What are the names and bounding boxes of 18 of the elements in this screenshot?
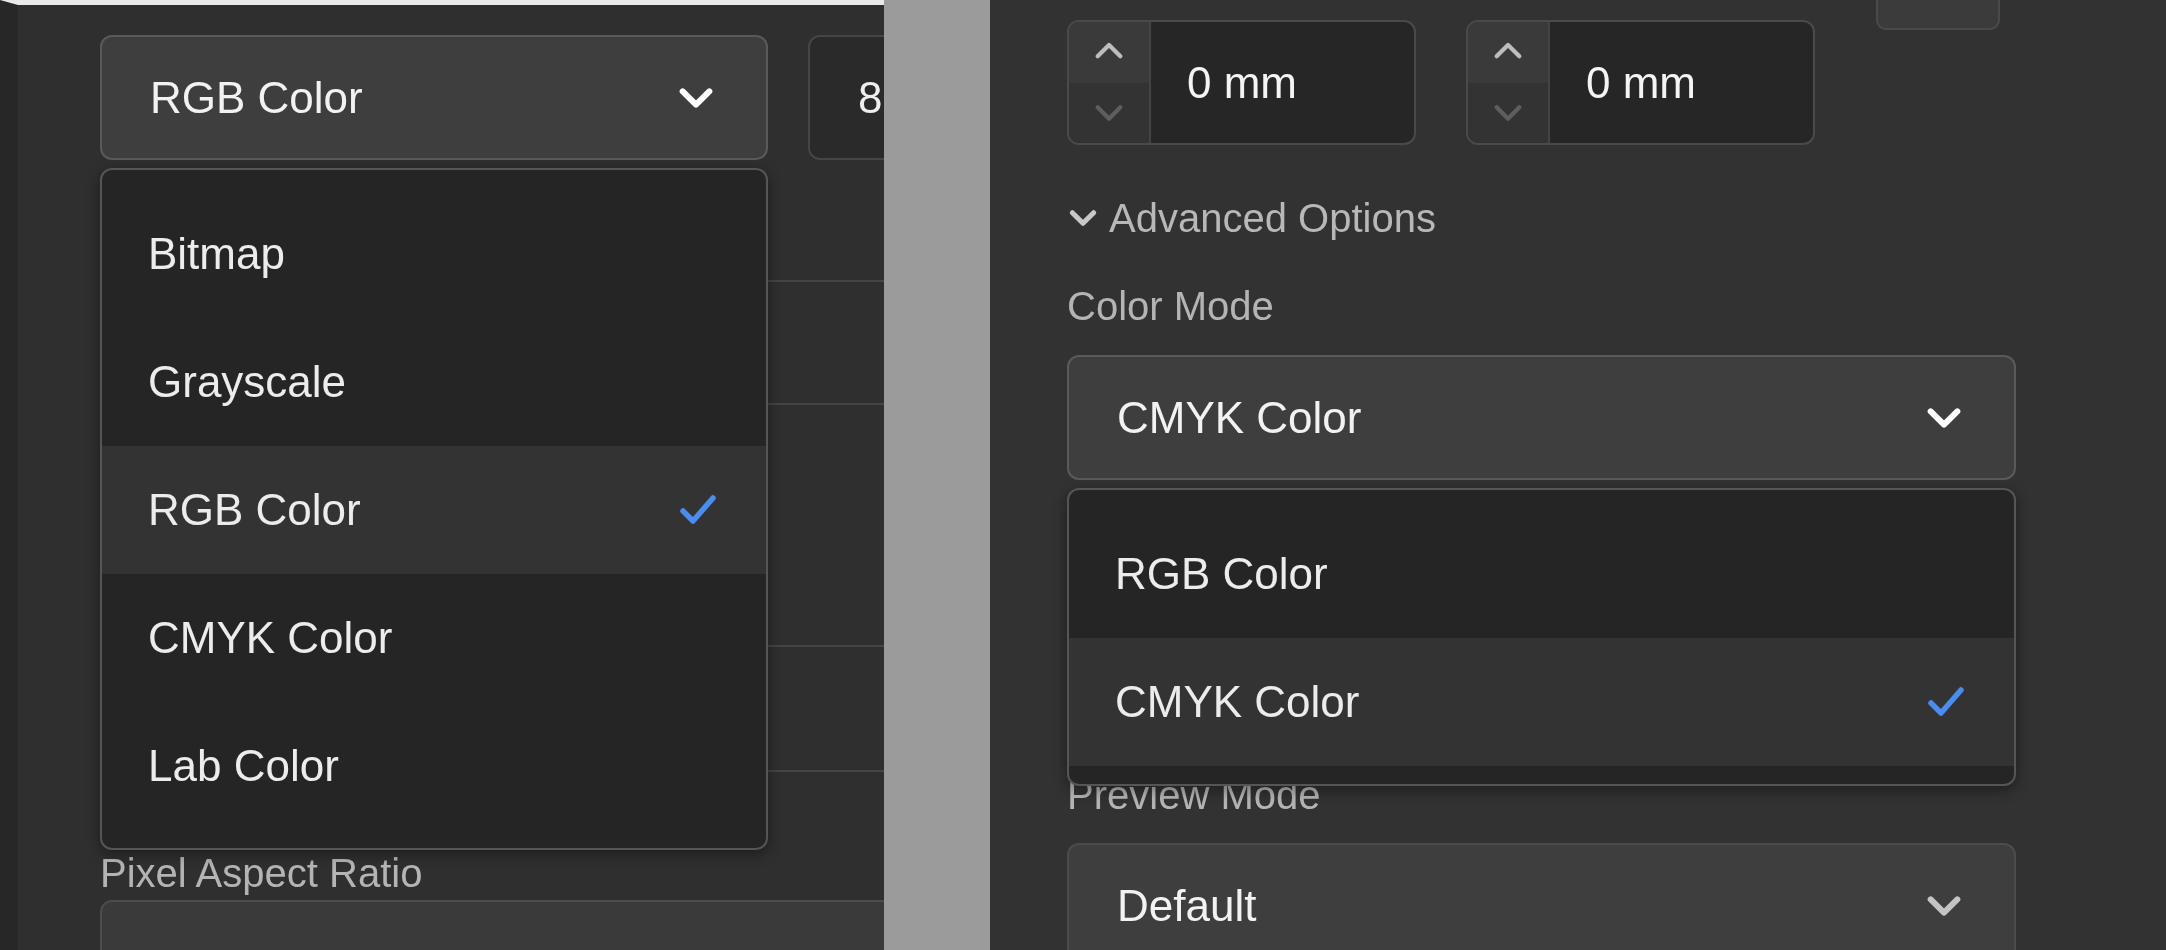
dropdown[interactable]: CMYK Color	[1067, 355, 2016, 480]
menu-item[interactable]: Grayscale	[102, 318, 766, 446]
number-field[interactable]: 0 mm	[1151, 22, 1414, 143]
field-label: Pixel Aspect Ratio	[100, 850, 423, 896]
field-label: Color Mode	[1067, 283, 1274, 329]
dropdown[interactable]: RGB Color	[100, 35, 768, 160]
number-stepper[interactable]: 0 mm	[1067, 20, 1416, 145]
disclosure-toggle[interactable]: Advanced Options	[1067, 195, 1436, 241]
menu-item[interactable]: Lab Color	[102, 702, 766, 830]
number-field[interactable]: 8	[808, 35, 884, 160]
menu-item[interactable]: RGB Color	[102, 446, 766, 574]
menu-item[interactable]: CMYK Color	[102, 574, 766, 702]
number-stepper[interactable]: 0 mm	[1466, 20, 1815, 145]
menu-item[interactable]: CMYK Color	[1069, 638, 2014, 766]
number-field[interactable]: 0 mm	[1550, 22, 1813, 143]
menu-item[interactable]: Bitmap	[102, 190, 766, 318]
menu-item[interactable]: RGB Color	[1069, 510, 2014, 638]
dropdown[interactable]: Default	[1067, 843, 2016, 950]
